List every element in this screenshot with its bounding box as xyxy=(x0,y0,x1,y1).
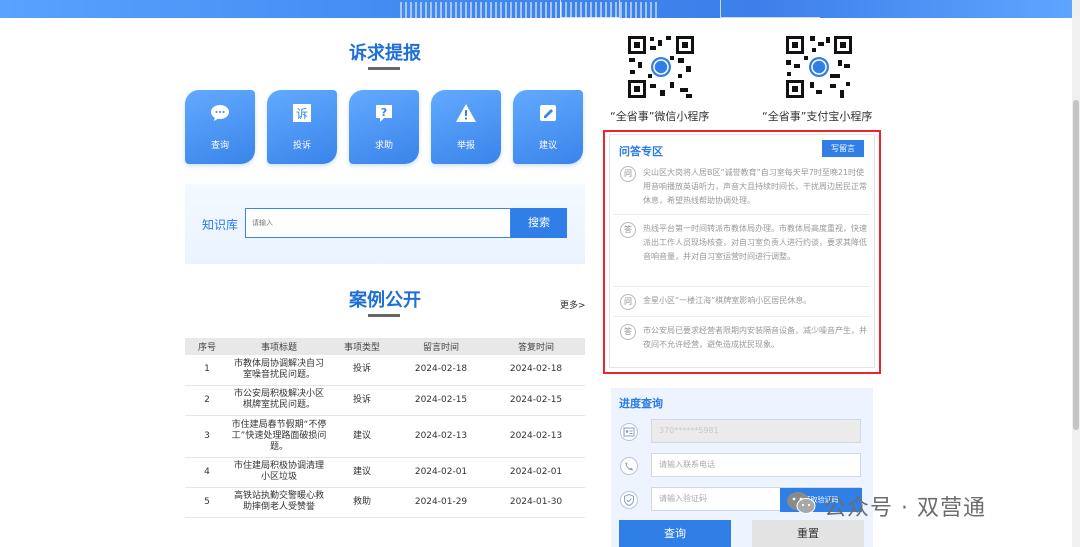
cell-replied: 2024-02-15 xyxy=(487,385,585,416)
answer-badge-icon: 答 xyxy=(620,324,636,340)
id-card-icon xyxy=(620,423,638,441)
column-header: 答复时间 xyxy=(487,338,585,355)
warning-triangle-icon xyxy=(456,104,476,122)
knowledge-panel: 知识库 请输入 搜索 xyxy=(185,184,585,264)
tile-suggest[interactable]: 建议 xyxy=(513,90,583,164)
cell-type: 建议 xyxy=(329,457,395,488)
qa-title: 问答专区 xyxy=(619,145,663,158)
knowledge-search-input[interactable]: 请输入 xyxy=(245,208,511,238)
cases-more-link[interactable]: 更多> xyxy=(560,298,586,311)
tile-label: 投诉 xyxy=(292,141,311,151)
alipay-qr-code xyxy=(784,34,854,100)
query-button[interactable]: 查询 xyxy=(619,520,731,547)
cell-no: 3 xyxy=(185,415,229,458)
cell-title[interactable]: 市住建局积极协调清理小区垃圾 xyxy=(229,457,329,488)
cell-replied: 2024-02-13 xyxy=(487,415,585,458)
column-header: 留言时间 xyxy=(395,338,487,355)
phone-icon xyxy=(620,457,638,475)
wechat-logo-icon xyxy=(787,492,816,514)
table-row[interactable]: 2 市公安局积极解决小区棋牌室扰民问题。 投诉 2024-02-15 2024-… xyxy=(185,385,585,416)
answer-badge-icon: 答 xyxy=(620,222,636,238)
wechat-qr-code xyxy=(626,34,696,100)
banner-skyline xyxy=(400,2,660,18)
tile-help[interactable]: ? 求助 xyxy=(349,90,419,164)
cell-posted: 2024-02-15 xyxy=(395,385,487,416)
table-row[interactable]: 4 市住建局积极协调清理小区垃圾 建议 2024-02-01 2024-02-0… xyxy=(185,457,585,488)
cell-posted: 2024-01-29 xyxy=(395,487,487,518)
wechat-qr-caption: “全省事”微信小程序 xyxy=(610,110,710,123)
cell-replied: 2024-02-01 xyxy=(487,457,585,488)
cell-type: 救助 xyxy=(329,487,395,518)
chat-bubble-icon xyxy=(211,105,229,121)
question-badge-icon: 问 xyxy=(620,166,636,182)
cell-no: 1 xyxy=(185,355,229,386)
cell-replied: 2024-02-18 xyxy=(487,355,585,386)
tile-complaint[interactable]: 诉 投诉 xyxy=(267,90,337,164)
svg-text:?: ? xyxy=(381,106,387,119)
cell-posted: 2024-02-01 xyxy=(395,457,487,488)
cell-type: 投诉 xyxy=(329,385,395,416)
petition-title-underline xyxy=(368,67,400,70)
watermark-text: 公众号 · 双营通 xyxy=(824,496,986,521)
cases-title: 案例公开 xyxy=(349,290,421,311)
phone-input[interactable]: 请输入联系电话 xyxy=(651,453,861,477)
column-header: 事项标题 xyxy=(229,338,329,355)
cell-posted: 2024-02-18 xyxy=(395,355,487,386)
shield-icon xyxy=(620,491,638,509)
cell-no: 2 xyxy=(185,385,229,416)
table-row[interactable]: 5 高铁站执勤交警暖心救助摔倒老人受赞誉 救助 2024-01-29 2024-… xyxy=(185,487,585,518)
top-banner xyxy=(0,0,1080,18)
tile-label: 建议 xyxy=(538,141,557,151)
scrollbar-thumb[interactable] xyxy=(1073,100,1079,430)
cases-table: 序号 事项标题 事项类型 留言时间 答复时间 1 市教体局协调解决自习室噪音扰民… xyxy=(185,338,585,518)
qa-text: 热线平台第一时间转派市教体局办理。市教体局高度重视，快速派出工作人员现场核查，对… xyxy=(643,224,867,261)
banner-building xyxy=(560,0,620,18)
complaint-su-icon: 诉 xyxy=(293,104,311,122)
tile-label: 求助 xyxy=(374,141,393,151)
help-question-icon: ? xyxy=(376,105,392,122)
qa-divider xyxy=(614,316,870,317)
qa-divider xyxy=(614,286,870,287)
cell-posted: 2024-02-13 xyxy=(395,415,487,458)
cases-title-underline xyxy=(368,314,400,317)
cell-title[interactable]: 市公安局积极解决小区棋牌室扰民问题。 xyxy=(229,385,329,416)
cell-title[interactable]: 高铁站执勤交警暖心救助摔倒老人受赞誉 xyxy=(229,487,329,518)
svg-text:诉: 诉 xyxy=(296,107,308,121)
cell-type: 投诉 xyxy=(329,355,395,386)
cell-no: 5 xyxy=(185,487,229,518)
table-row[interactable]: 1 市教体局协调解决自习室噪音扰民问题。 投诉 2024-02-18 2024-… xyxy=(185,355,585,386)
petition-title: 诉求提报 xyxy=(349,43,421,64)
knowledge-search-button[interactable]: 搜索 xyxy=(511,208,567,238)
banner-building xyxy=(720,0,820,18)
cell-title[interactable]: 市住建局春节假期“不停工”快速处理路面破损问题。 xyxy=(229,415,329,458)
cell-type: 建议 xyxy=(329,415,395,458)
cell-title[interactable]: 市教体局协调解决自习室噪音扰民问题。 xyxy=(229,355,329,386)
qa-text: 金星小区“一楼江海”棋牌室影响小区居民休息。 xyxy=(643,296,812,305)
column-header: 事项类型 xyxy=(329,338,395,355)
tile-report[interactable]: 举报 xyxy=(431,90,501,164)
cell-replied: 2024-01-30 xyxy=(487,487,585,518)
qa-divider xyxy=(614,214,870,215)
write-message-button[interactable]: 写留言 xyxy=(822,140,864,157)
id-number-input[interactable]: 370******5981 xyxy=(651,419,861,443)
wechat-watermark: 公众号 · 双营通 xyxy=(780,485,1050,521)
progress-title: 进度查询 xyxy=(619,397,663,410)
qa-text: 尖山区大岗将人居B区“诚誉教育”自习室每天早7时至晚21时使用音响播放英语听力，… xyxy=(643,168,867,205)
edit-suggest-icon xyxy=(540,105,556,121)
tile-label: 查询 xyxy=(210,141,229,151)
alipay-qr-caption: “全省事”支付宝小程序 xyxy=(762,110,873,123)
reset-button[interactable]: 重置 xyxy=(752,520,864,547)
tile-query[interactable]: 查询 xyxy=(185,90,255,164)
table-row[interactable]: 3 市住建局春节假期“不停工”快速处理路面破损问题。 建议 2024-02-13… xyxy=(185,415,585,458)
question-badge-icon: 问 xyxy=(620,294,636,310)
column-header: 序号 xyxy=(185,338,229,355)
qa-text: 市公安局已要求经营者限期内安装隔音设备，减少噪音产生，并夜间不允许经营，避免造成… xyxy=(643,326,867,349)
page-scrollbar[interactable] xyxy=(1072,0,1080,547)
cell-no: 4 xyxy=(185,457,229,488)
table-header-row: 序号 事项标题 事项类型 留言时间 答复时间 xyxy=(185,338,585,355)
knowledge-label: 知识库 xyxy=(202,218,239,232)
tile-label: 举报 xyxy=(456,141,475,151)
